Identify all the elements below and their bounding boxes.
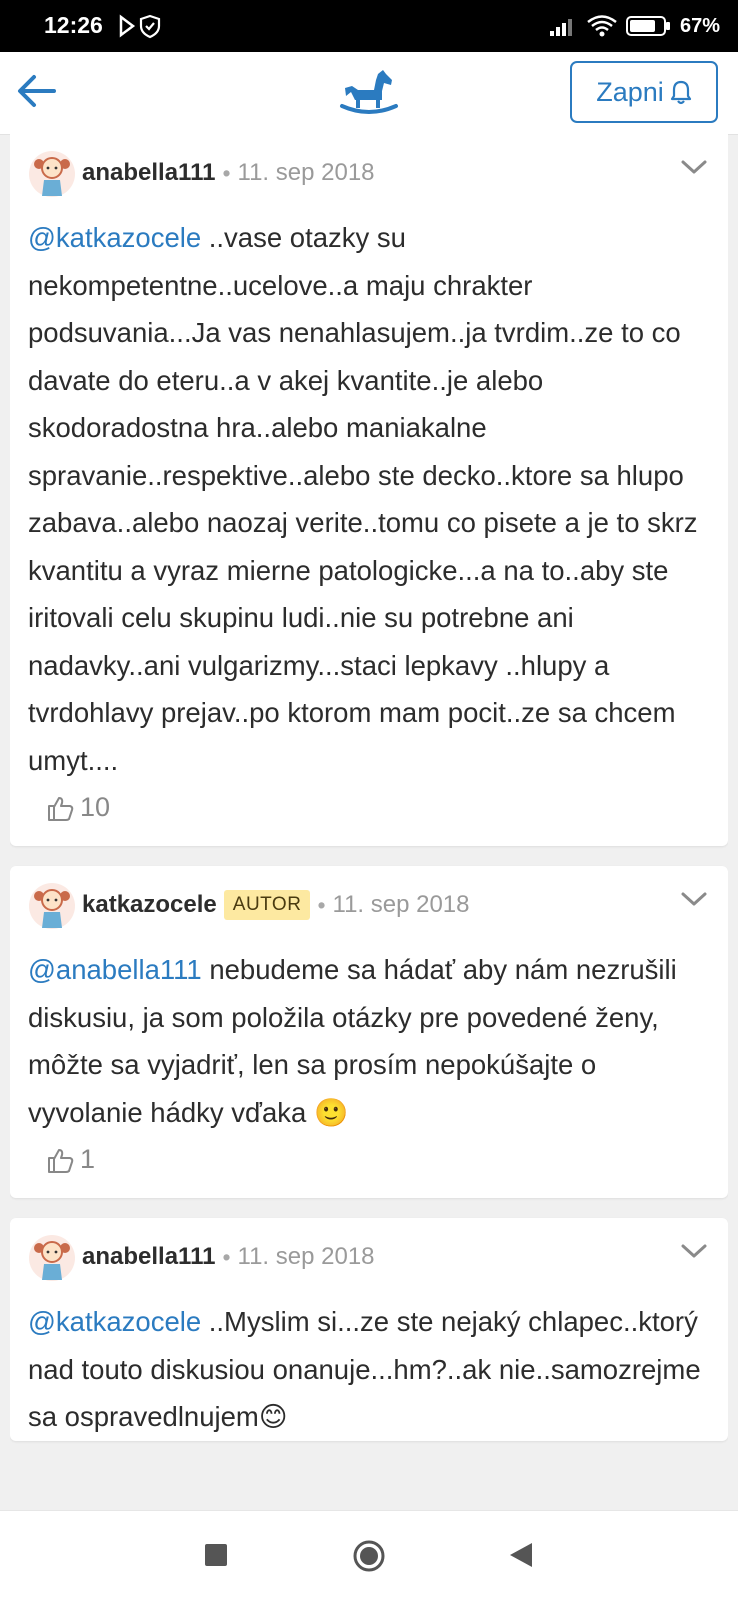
comment-header: anabella111 • 11. sep 2018 bbox=[10, 134, 728, 214]
avatar-icon[interactable] bbox=[28, 1234, 76, 1282]
comment-text-content: ..vase otazky su nekompetentne..ucelove.… bbox=[28, 222, 698, 776]
like-button[interactable]: 10 bbox=[46, 792, 110, 823]
comment-card: katkazocele AUTOR • 11. sep 2018 @anabel… bbox=[10, 866, 728, 1198]
rocking-horse-logo-icon[interactable] bbox=[338, 66, 400, 125]
app-bar: Zapni bbox=[0, 52, 738, 135]
comment-username[interactable]: anabella111 bbox=[82, 159, 215, 187]
thumbs-up-icon bbox=[48, 1148, 74, 1173]
back-button[interactable] bbox=[14, 70, 64, 116]
chevron-down-icon[interactable] bbox=[678, 154, 710, 180]
play-store-icon bbox=[119, 14, 161, 39]
home-button[interactable] bbox=[352, 1539, 386, 1573]
recent-apps-button[interactable] bbox=[205, 1544, 227, 1566]
status-notification-icons bbox=[118, 13, 166, 44]
status-right-icons: 67% bbox=[548, 12, 720, 40]
comment-date: 11. sep 2018 bbox=[332, 891, 470, 918]
comment-username[interactable]: katkazocele bbox=[82, 891, 217, 919]
thumbs-up-icon bbox=[48, 796, 74, 821]
comment-card: anabella111 • 11. sep 2018 @katkazocele … bbox=[10, 1218, 728, 1441]
battery-icon bbox=[625, 16, 670, 36]
comment-text: @katkazocele ..vase otazky su nekompeten… bbox=[10, 214, 728, 784]
comment-date: 11. sep 2018 bbox=[237, 1243, 375, 1270]
comment-header: anabella111 • 11. sep 2018 bbox=[10, 1218, 728, 1298]
avatar-icon[interactable] bbox=[28, 882, 76, 930]
comment-header: katkazocele AUTOR • 11. sep 2018 bbox=[10, 866, 728, 946]
comment-mention[interactable]: @katkazocele bbox=[28, 1306, 201, 1337]
system-nav-bar bbox=[0, 1510, 738, 1601]
comments-feed[interactable]: anabella111 • 11. sep 2018 @katkazocele … bbox=[10, 134, 728, 1510]
notify-toggle-button[interactable]: Zapni bbox=[570, 61, 718, 123]
comment-mention[interactable]: @katkazocele bbox=[28, 222, 201, 253]
comment-text: @katkazocele ..Myslim si...ze ste nejaký… bbox=[10, 1298, 728, 1441]
comment-text: @anabella111 nebudeme sa hádať aby nám n… bbox=[10, 946, 728, 1136]
separator-dot: • bbox=[317, 891, 326, 918]
author-badge: AUTOR bbox=[223, 890, 311, 920]
chevron-down-icon[interactable] bbox=[678, 1238, 710, 1264]
comment-meta: anabella111 • 11. sep 2018 bbox=[82, 156, 375, 190]
like-count: 1 bbox=[80, 1144, 96, 1174]
notify-label: Zapni bbox=[596, 76, 664, 107]
comment-mention[interactable]: @anabella111 bbox=[28, 954, 202, 985]
avatar-icon[interactable] bbox=[28, 150, 76, 198]
like-button[interactable]: 1 bbox=[46, 1144, 95, 1175]
comment-username[interactable]: anabella111 bbox=[82, 1243, 215, 1271]
chevron-down-icon[interactable] bbox=[678, 886, 710, 912]
back-arrow-icon bbox=[18, 75, 56, 107]
comment-meta: katkazocele AUTOR • 11. sep 2018 bbox=[82, 888, 470, 922]
comment-card: anabella111 • 11. sep 2018 @katkazocele … bbox=[10, 134, 728, 846]
battery-percentage: 67% bbox=[679, 14, 720, 37]
status-time: 12:26 bbox=[44, 12, 103, 38]
like-count: 10 bbox=[80, 792, 111, 822]
separator-dot: • bbox=[222, 159, 231, 186]
signal-icon bbox=[549, 19, 572, 36]
separator-dot: • bbox=[222, 1243, 231, 1270]
bell-icon bbox=[670, 80, 691, 105]
wifi-icon bbox=[587, 15, 617, 37]
nav-back-button[interactable] bbox=[508, 1541, 534, 1569]
like-row: 10 bbox=[10, 784, 728, 846]
status-bar: 12:26 67% bbox=[0, 0, 738, 52]
comment-meta: anabella111 • 11. sep 2018 bbox=[82, 1240, 375, 1274]
like-row: 1 bbox=[10, 1136, 728, 1198]
comment-date: 11. sep 2018 bbox=[237, 159, 375, 186]
